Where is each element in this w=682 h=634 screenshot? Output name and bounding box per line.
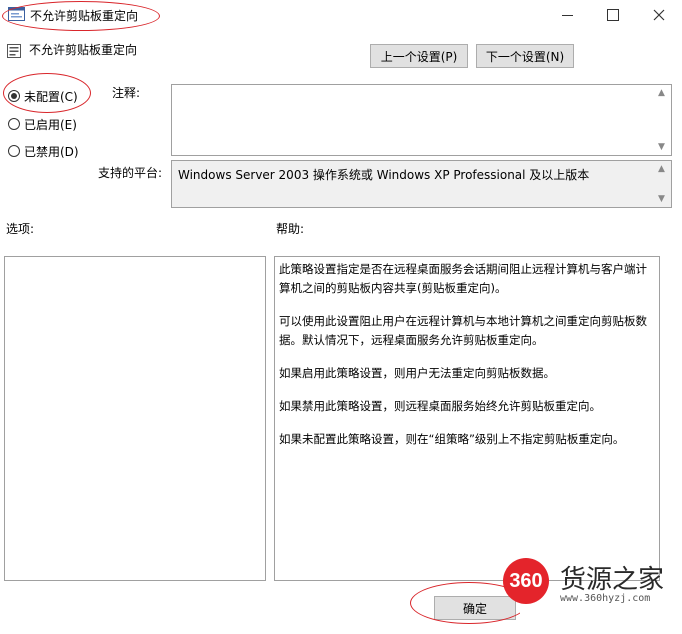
minimize-icon bbox=[561, 14, 573, 16]
platform-scrollbar[interactable]: ▲ ▼ bbox=[655, 161, 671, 207]
platform-field: Windows Server 2003 操作系统或 Windows XP Pro… bbox=[171, 160, 672, 208]
help-paragraph: 如果禁用此策略设置，则远程桌面服务始终允许剪贴板重定向。 bbox=[279, 399, 601, 413]
radio-enabled[interactable]: 已启用(E) bbox=[8, 115, 98, 133]
scroll-up-icon[interactable]: ▲ bbox=[658, 88, 665, 98]
comment-scrollbar[interactable]: ▲ ▼ bbox=[655, 85, 671, 155]
help-paragraph: 此策略设置指定是否在远程桌面服务会话期间阻止远程计算机与客户端计算机之间的剪贴板… bbox=[279, 262, 647, 295]
help-label: 帮助: bbox=[276, 222, 305, 236]
close-button[interactable] bbox=[636, 0, 682, 30]
options-pane bbox=[4, 256, 266, 581]
radio-annotation-ellipse bbox=[3, 73, 91, 113]
help-pane: 此策略设置指定是否在远程桌面服务会话期间阻止远程计算机与客户端计算机之间的剪贴板… bbox=[274, 256, 660, 581]
next-setting-button[interactable]: 下一个设置(N) bbox=[476, 44, 574, 68]
scroll-down-icon[interactable]: ▼ bbox=[658, 142, 665, 152]
comment-value bbox=[172, 85, 671, 93]
maximize-button[interactable] bbox=[590, 0, 636, 30]
title-annotation-ellipse bbox=[2, 1, 160, 31]
scroll-down-icon[interactable]: ▼ bbox=[658, 194, 665, 204]
help-paragraph: 如果未配置此策略设置，则在“组策略”级别上不指定剪贴板重定向。 bbox=[279, 432, 625, 446]
radio-label: 已启用(E) bbox=[24, 117, 77, 132]
minimize-button[interactable] bbox=[544, 0, 590, 30]
help-paragraph: 可以使用此设置阻止用户在远程计算机与本地计算机之间重定向剪贴板数据。默认情况下，… bbox=[279, 314, 647, 347]
watermark-url: www.360hyzj.com bbox=[560, 593, 651, 604]
comment-label: 注释: bbox=[112, 86, 141, 100]
radio-unchecked-icon bbox=[8, 118, 20, 130]
maximize-icon bbox=[607, 9, 619, 21]
comment-textarea[interactable]: ▲ ▼ bbox=[171, 84, 672, 156]
radio-disabled[interactable]: 已禁用(D) bbox=[8, 142, 98, 160]
watermark-brand: 货源之家 bbox=[560, 565, 665, 595]
policy-setting-icon bbox=[7, 44, 21, 58]
policy-name: 不允许剪贴板重定向 bbox=[29, 43, 138, 57]
platform-value: Windows Server 2003 操作系统或 Windows XP Pro… bbox=[178, 168, 590, 182]
previous-setting-button[interactable]: 上一个设置(P) bbox=[370, 44, 468, 68]
watermark-logo: 360 bbox=[503, 558, 549, 604]
radio-label: 已禁用(D) bbox=[24, 144, 79, 159]
close-icon bbox=[653, 9, 665, 21]
options-label: 选项: bbox=[6, 222, 35, 236]
help-paragraph: 如果启用此策略设置，则用户无法重定向剪贴板数据。 bbox=[279, 366, 555, 380]
platform-label: 支持的平台: bbox=[98, 166, 163, 180]
radio-unchecked-icon bbox=[8, 145, 20, 157]
scroll-up-icon[interactable]: ▲ bbox=[658, 164, 665, 174]
